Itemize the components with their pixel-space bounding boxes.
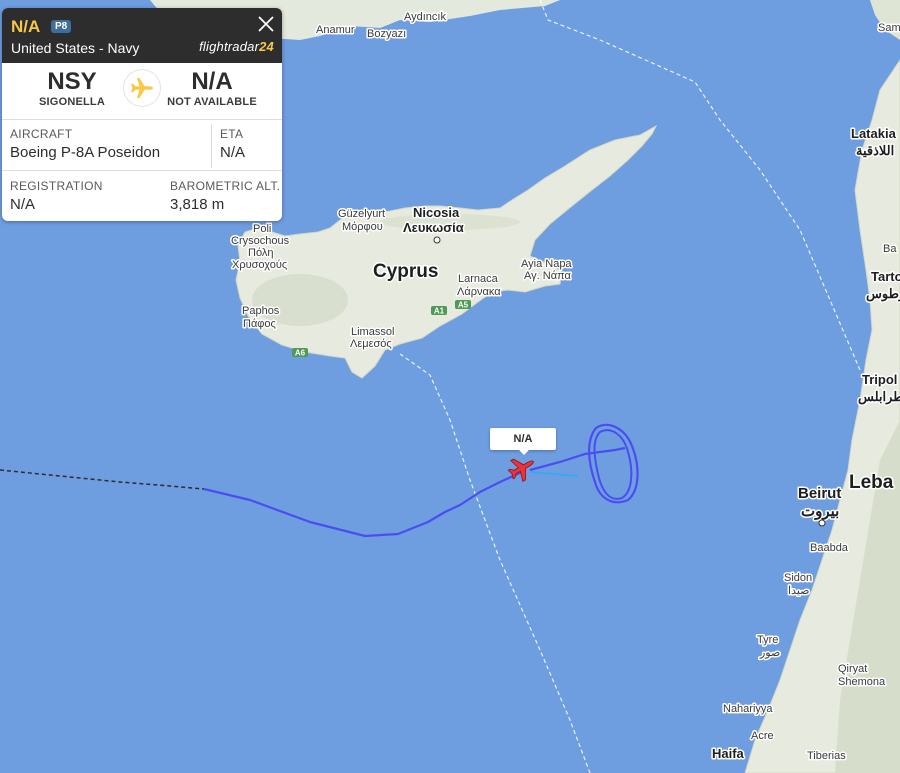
map-label-poli-gr: Πόλη — [248, 247, 273, 259]
registration-label: REGISTRATION — [10, 179, 103, 193]
map-label-ba: Ba — [883, 243, 897, 255]
map-label-acre: Acre — [751, 730, 774, 742]
registration-value: N/A — [10, 196, 36, 213]
map-label-guzelyurt: Güzelyurt — [338, 208, 385, 220]
capital-dot-beirut — [818, 519, 826, 527]
operator-name: United States - Navy — [11, 40, 140, 56]
capital-dot — [433, 236, 441, 244]
map-label-tyre-ar: صور — [759, 647, 780, 659]
map-label-sam: Sam — [878, 22, 900, 34]
map-label-ayia-napa-gr: Αγ. Νάπα — [524, 270, 571, 282]
map-label-paphos: Paphos — [242, 305, 280, 317]
map-label-crysochous: Crysochous — [231, 235, 290, 247]
divider — [2, 119, 282, 120]
map-label-shemona: Shemona — [838, 676, 886, 688]
map-label-tripoli-ar: طرابلس — [858, 389, 900, 405]
map-label-anamur: Anamur — [316, 24, 355, 36]
map-label-limassol: Limassol — [351, 326, 394, 338]
map-label-limassol-gr: Λεμεσός — [350, 338, 392, 350]
airplane-icon — [131, 78, 153, 98]
map-label-bozyazi: Bozyazı — [367, 28, 406, 40]
destination-airport-name: NOT AVAILABLE — [167, 96, 257, 108]
map-label-paphos-gr: Πάφος — [243, 318, 276, 330]
aircraft-value: Boeing P-8A Poseidon — [10, 144, 161, 161]
map-label-nahariyya: Nahariyya — [723, 703, 773, 715]
map-label-latakia-ar: اللاذقية — [856, 143, 894, 158]
map-label-tripoli: Tripol — [862, 372, 897, 387]
map-label-larnaca: Larnaca — [458, 273, 499, 285]
svg-text:A5: A5 — [458, 301, 469, 310]
map-label-nicosia-gr: Λευκωσία — [403, 220, 464, 235]
aircraft-label: AIRCRAFT — [10, 127, 73, 141]
map-label-guzelyurt-gr: Μόρφου — [342, 221, 383, 233]
flight-info-panel: N/A P8 United States - Navy flightradar2… — [2, 8, 282, 221]
map-label-tartous-ar: طرطوس — [866, 286, 900, 302]
svg-text:A1: A1 — [434, 307, 445, 316]
map-label-crysochous-gr: Χρυσοχούς — [232, 259, 287, 271]
eta-label: ETA — [220, 127, 244, 141]
map-label-beirut-ar: بيروت — [801, 503, 839, 520]
map-label-tyre: Tyre — [757, 634, 778, 646]
map-label-cyprus: Cyprus — [373, 261, 438, 282]
divider — [211, 124, 212, 168]
map-label-larnaca-gr: Λάρνακα — [457, 286, 501, 298]
origin-airport-name: SIGONELLA — [39, 96, 105, 108]
map-label-qiryat: Qiryat — [838, 663, 867, 675]
road-shield-a5: A5 — [455, 300, 471, 310]
panel-header: N/A P8 United States - Navy flightradar2… — [2, 8, 282, 63]
road-shield-a6: A6 — [292, 348, 308, 358]
map-label-tiberias: Tiberias — [807, 750, 846, 762]
map-label-beirut: Beirut — [798, 485, 841, 502]
map-label-haifa: Haifa — [712, 746, 745, 761]
brand-text: flightradar — [199, 39, 260, 54]
map-label-nicosia: Nicosia — [413, 205, 460, 220]
flightradar24-logo: flightradar24 — [199, 39, 274, 54]
map-label-poli: Poli — [253, 223, 271, 235]
map-label-sidon: Sidon — [784, 572, 812, 584]
map-label-latakia: Latakia — [851, 126, 897, 141]
route-plane-badge — [124, 70, 160, 106]
barometric-altitude-label: BAROMETRIC ALT. — [170, 179, 281, 193]
map-label-ayia-napa: Ayia Napa — [521, 258, 572, 270]
svg-text:A6: A6 — [295, 349, 306, 358]
aircraft-marker-label[interactable]: N/A — [490, 428, 556, 455]
road-shield-a1: A1 — [431, 306, 447, 316]
divider — [2, 170, 282, 171]
destination-airport-code[interactable]: N/A — [157, 68, 267, 96]
map-label-baabda: Baabda — [810, 542, 849, 554]
map-label-sidon-ar: صيدا — [788, 585, 810, 597]
brand-num: 24 — [259, 39, 274, 54]
map-label-aydincik: Aydıncık — [404, 11, 446, 23]
barometric-altitude-value: 3,818 m — [170, 196, 225, 213]
map-label-tartous: Tarto — [871, 269, 900, 284]
callsign: N/A — [11, 17, 41, 36]
aircraft-type-badge: P8 — [51, 20, 72, 33]
origin-airport-code[interactable]: NSY — [17, 68, 127, 96]
eta-value: N/A — [220, 144, 246, 161]
map-label-lebanon: Leba — [849, 472, 894, 493]
close-icon[interactable] — [256, 14, 276, 34]
